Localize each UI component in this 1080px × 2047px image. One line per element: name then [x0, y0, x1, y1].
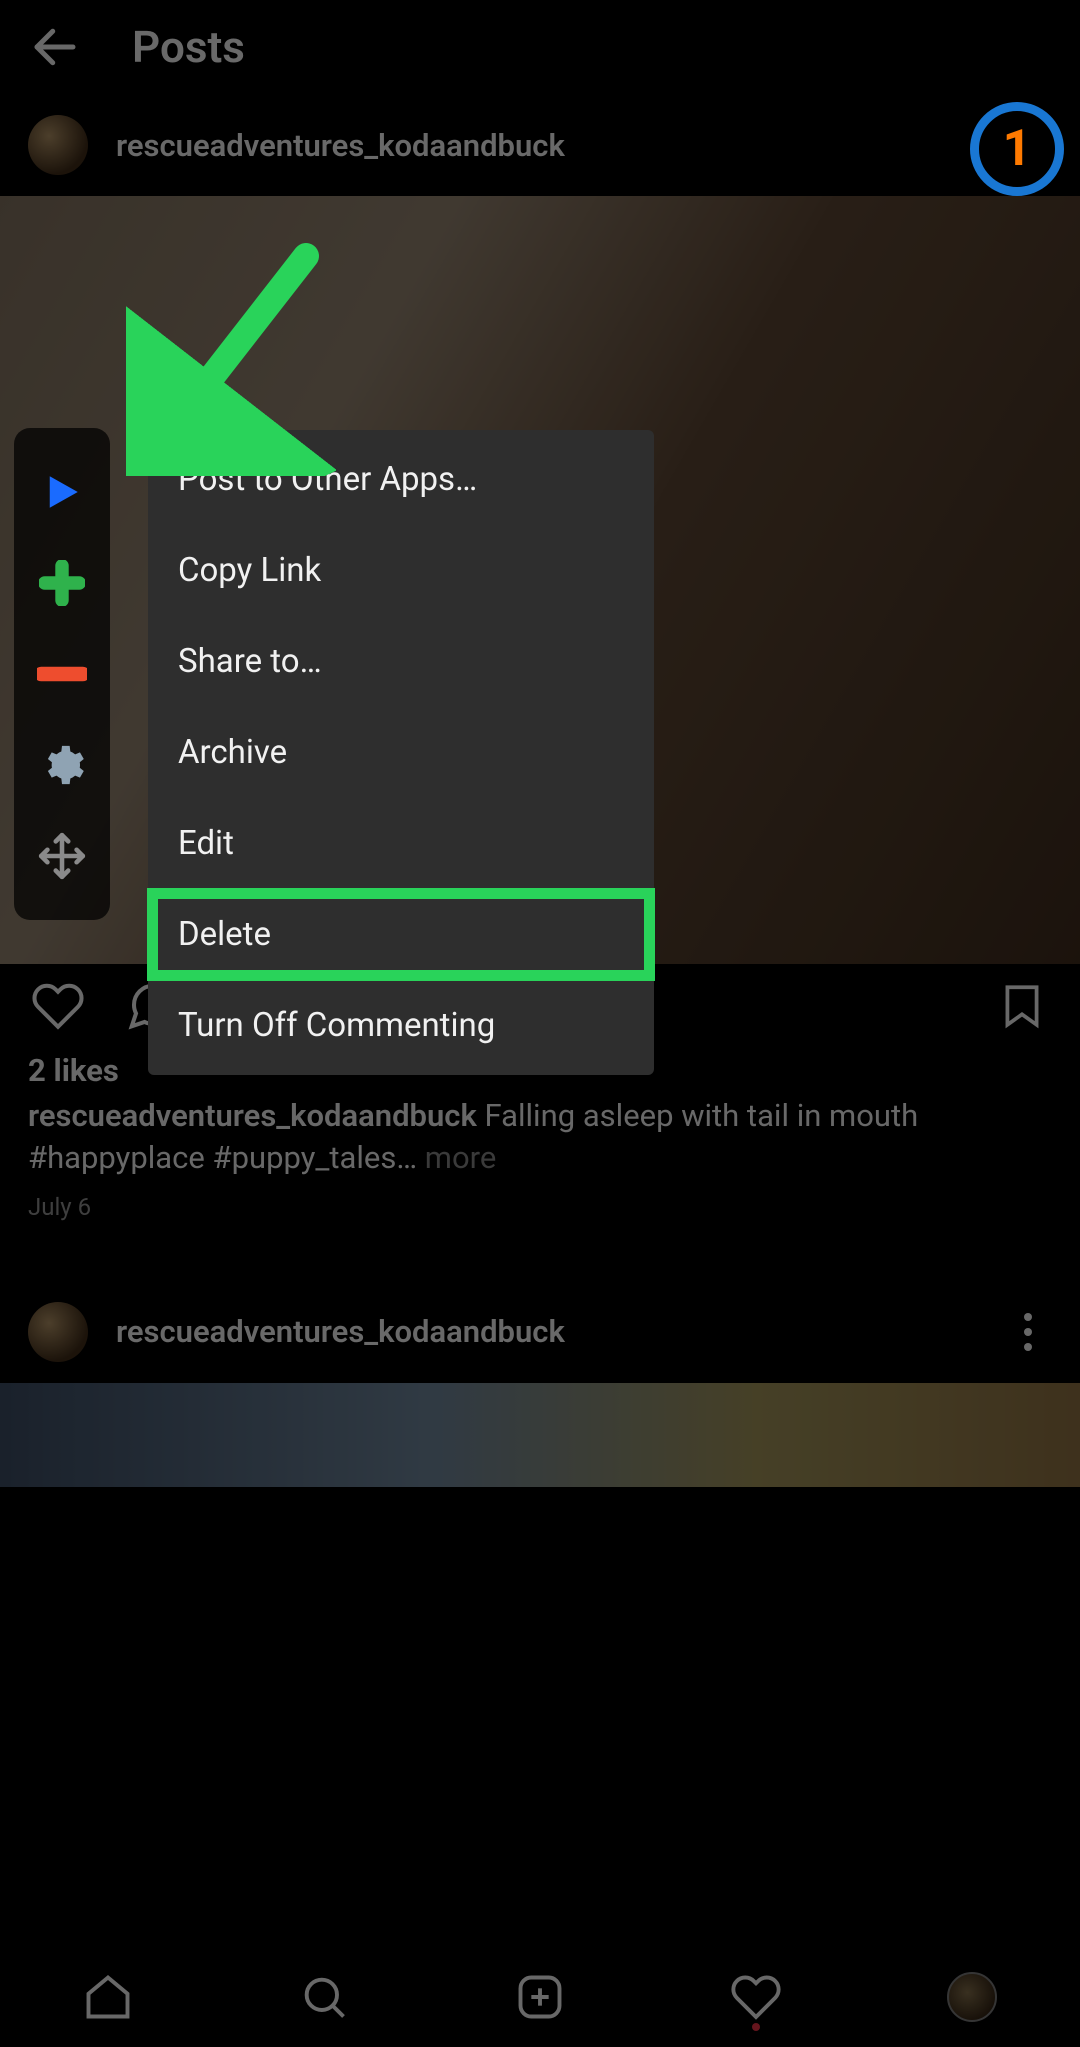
menu-edit[interactable]: Edit [148, 798, 654, 889]
page-title: Posts [132, 21, 245, 73]
gear-icon [39, 742, 85, 788]
avatar[interactable] [28, 115, 88, 175]
more-options-button-2[interactable] [1004, 1308, 1052, 1356]
menu-turn-off-commenting[interactable]: Turn Off Commenting [148, 980, 654, 1071]
heart-icon [730, 1971, 782, 2023]
post-username-2[interactable]: rescueadventures_kodaandbuck [116, 1313, 565, 1350]
minus-icon [37, 665, 87, 683]
arrow-left-icon [28, 20, 82, 74]
nav-activity[interactable] [726, 1967, 786, 2027]
menu-copy-link[interactable]: Copy Link [148, 525, 654, 616]
like-button[interactable] [28, 976, 88, 1036]
caption-username[interactable]: rescueadventures_kodaandbuck [28, 1097, 477, 1134]
tool-settings[interactable] [33, 736, 91, 794]
plus-icon [39, 560, 85, 606]
nav-create[interactable] [510, 1967, 570, 2027]
header: Posts [0, 0, 1080, 94]
tool-add[interactable] [33, 554, 91, 612]
annotation-toolbar [14, 428, 110, 920]
plus-square-icon [514, 1971, 566, 2023]
menu-post-other-apps[interactable]: Post to Other Apps… [148, 434, 654, 525]
menu-archive[interactable]: Archive [148, 707, 654, 798]
nav-home[interactable] [78, 1967, 138, 2027]
avatar[interactable] [28, 1302, 88, 1362]
nav-profile[interactable] [942, 1967, 1002, 2027]
more-vertical-icon [1023, 1312, 1033, 1352]
notification-dot [752, 2023, 760, 2031]
tool-play[interactable] [33, 463, 91, 521]
tool-remove[interactable] [33, 645, 91, 703]
post-image-2[interactable] [0, 1383, 1080, 1487]
home-icon [82, 1971, 134, 2023]
move-icon [37, 831, 87, 881]
menu-delete[interactable]: Delete [148, 889, 654, 980]
profile-avatar-icon [947, 1972, 997, 2022]
bookmark-button[interactable] [992, 976, 1052, 1036]
post-date: July 6 [0, 1179, 1080, 1221]
back-button[interactable] [24, 16, 86, 78]
tool-move[interactable] [33, 827, 91, 885]
bottom-nav [0, 1947, 1080, 2047]
post-caption: rescueadventures_kodaandbuck Falling asl… [0, 1089, 1080, 1179]
context-menu: Post to Other Apps… Copy Link Share to… … [148, 430, 654, 1075]
bookmark-icon [997, 979, 1047, 1033]
caption-more[interactable]: more [425, 1139, 497, 1176]
nav-search[interactable] [294, 1967, 354, 2027]
post-header-2: rescueadventures_kodaandbuck [0, 1281, 1080, 1383]
search-icon [298, 1971, 350, 2023]
post-username[interactable]: rescueadventures_kodaandbuck [116, 127, 565, 164]
step-badge: 1 [970, 102, 1064, 196]
post-header: rescueadventures_kodaandbuck [0, 94, 1080, 196]
menu-share-to[interactable]: Share to… [148, 616, 654, 707]
heart-icon [31, 979, 85, 1033]
play-icon [41, 471, 83, 513]
